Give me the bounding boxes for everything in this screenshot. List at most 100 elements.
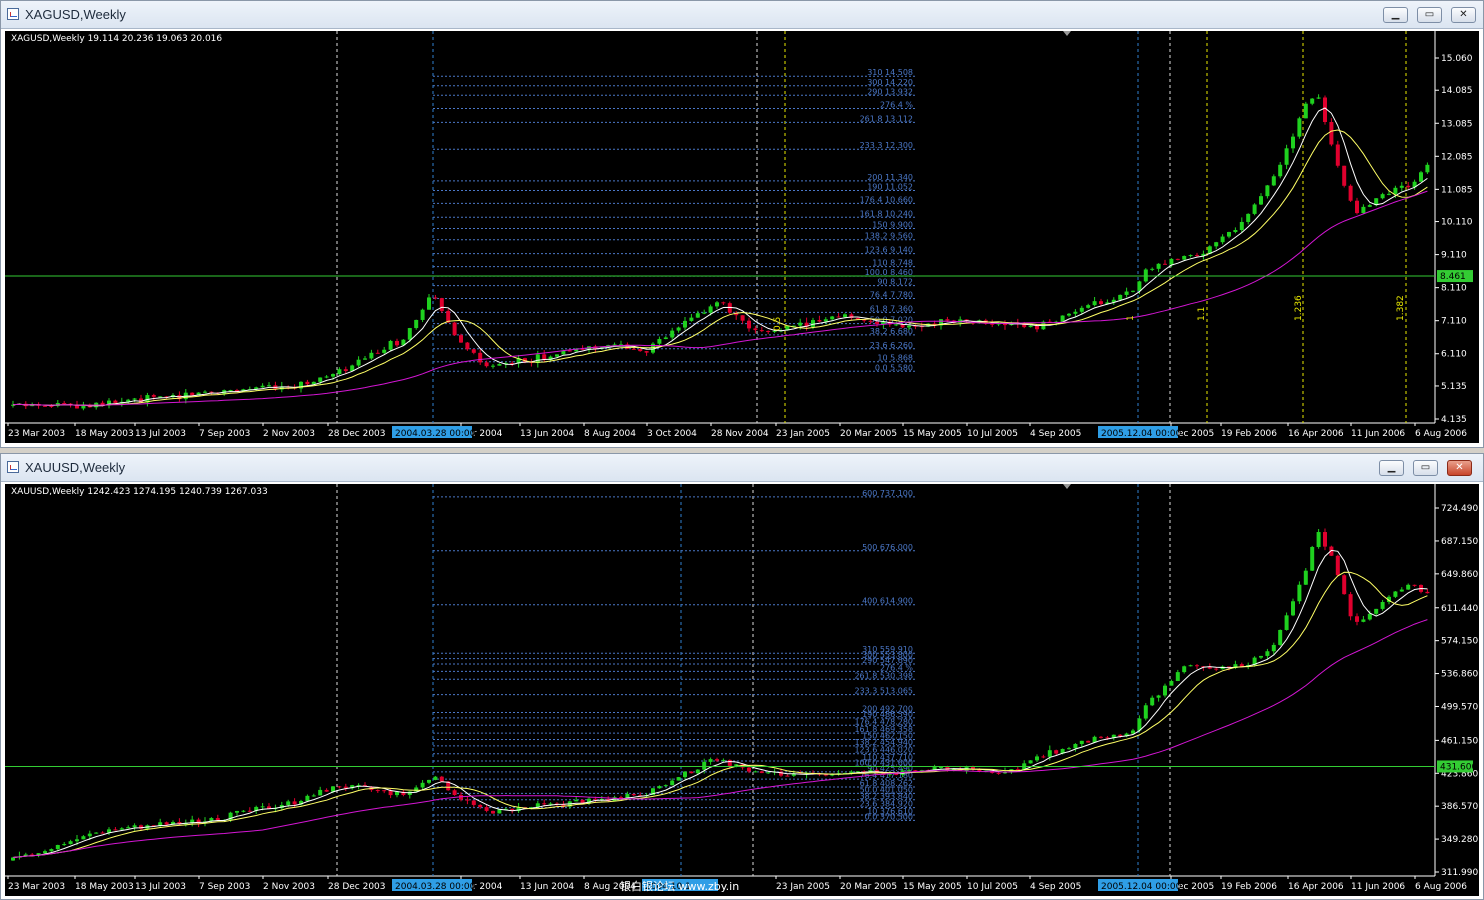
candle-body xyxy=(574,799,579,802)
candle-body xyxy=(631,793,636,796)
price-label: 461.150 xyxy=(1441,736,1478,746)
candle-body xyxy=(676,777,681,781)
candle-body xyxy=(478,804,483,808)
candle-body xyxy=(1239,664,1244,667)
fibonacci-level-label: 76.4 7.780 xyxy=(870,291,913,300)
candle-body xyxy=(62,844,67,846)
fibonacci-level-label: 161.8 10.240 xyxy=(860,209,913,218)
date-label: 2 Nov 2003 xyxy=(263,429,315,439)
candle-body xyxy=(670,780,675,786)
xauusd-titlebar[interactable]: XAUUSD,Weekly ▁ ▭ ✕ xyxy=(1,454,1483,482)
symbol-info: XAUUSD,Weekly 1242.423 1274.195 1240.739… xyxy=(11,487,268,497)
date-cursor-label: 2004.03.28 00:00 xyxy=(395,429,476,439)
date-cursor-label: 2005.12.04 00:00 xyxy=(1101,882,1182,892)
fibonacci-level-label: 300 14.220 xyxy=(867,78,913,87)
fibonacci-level-label: 233.3 513.065 xyxy=(854,687,913,696)
date-label: 19 Feb 2006 xyxy=(1221,882,1277,892)
date-label: 15 May 2005 xyxy=(903,882,962,892)
candle-body xyxy=(1329,121,1334,145)
fibonacci-time-ratio-label: 1.382 xyxy=(1396,295,1406,321)
candle-body xyxy=(708,759,713,762)
date-label: 23 Mar 2003 xyxy=(8,882,65,892)
candle-body xyxy=(375,790,380,792)
fibonacci-level-label: 290 13.932 xyxy=(867,87,913,96)
candle-body xyxy=(1188,665,1193,667)
price-label: 349.280 xyxy=(1441,835,1478,845)
candle-body xyxy=(1156,263,1161,269)
fibonacci-level-label: 0.0 370.500 xyxy=(865,812,913,821)
candle-body xyxy=(727,759,732,766)
price-label: 5.135 xyxy=(1441,382,1467,392)
candle-body xyxy=(1393,187,1398,194)
candle-body xyxy=(62,402,67,404)
candle-body xyxy=(11,857,15,861)
fibonacci-time-ratio-label: 1 xyxy=(1126,315,1136,321)
candle-body xyxy=(1079,307,1084,312)
date-label: 4 Sep 2005 xyxy=(1030,429,1081,439)
candle-body xyxy=(1175,258,1180,260)
candle-body xyxy=(433,297,438,299)
candle-body xyxy=(1297,584,1302,602)
candle-body xyxy=(638,349,643,352)
candle-body xyxy=(427,297,431,310)
price-label: 311.990 xyxy=(1441,868,1478,878)
candle-body xyxy=(1073,311,1078,314)
maximize-button[interactable]: ▭ xyxy=(1413,460,1438,476)
candle-body xyxy=(433,776,438,780)
fibonacci-level-label: 38.2 6.680 xyxy=(870,327,913,336)
current-level-label: 8.461 xyxy=(1440,272,1466,282)
date-label: 15 May 2005 xyxy=(903,429,962,439)
fibonacci-level-label: 0.0 5.580 xyxy=(875,363,913,372)
candle-body xyxy=(721,759,726,761)
candle-body xyxy=(1265,185,1270,197)
price-label: 536.860 xyxy=(1441,670,1478,680)
xauusd-chart[interactable]: 724.490 687.150 649.860 611.440 574.150 536.8… xyxy=(5,484,1479,896)
candle-body xyxy=(657,339,662,344)
candle-body xyxy=(68,841,73,845)
candle-body xyxy=(753,771,758,773)
close-button[interactable]: ✕ xyxy=(1451,7,1476,23)
candle-body xyxy=(1188,255,1193,257)
candle-body xyxy=(375,352,380,354)
date-label: 20 Mar 2005 xyxy=(840,429,897,439)
candle-body xyxy=(1220,236,1225,243)
candle-body xyxy=(337,369,342,375)
minimize-button[interactable]: ▁ xyxy=(1379,460,1404,476)
candle-body xyxy=(817,320,822,322)
candle-body xyxy=(689,771,694,774)
candle-body xyxy=(439,776,444,782)
candle-body xyxy=(907,325,911,328)
candle-body xyxy=(1124,291,1129,295)
fibonacci-level-label: 176.4 10.660 xyxy=(860,195,913,204)
candle-body xyxy=(1323,532,1327,547)
candle-body xyxy=(81,836,86,840)
price-label: 13.085 xyxy=(1441,119,1473,129)
candle-body xyxy=(644,351,649,353)
xagusd-titlebar[interactable]: XAGUSD,Weekly ▁ ▭ ✕ xyxy=(1,1,1483,29)
date-label: 28 Nov 2004 xyxy=(711,429,769,439)
candle-body xyxy=(305,795,310,802)
price-label: 8.110 xyxy=(1441,284,1467,294)
xagusd-chart[interactable]: 15.060 14.085 13.085 12.085 11.085 10.110 9.11… xyxy=(5,31,1479,443)
candle-body xyxy=(427,779,431,783)
candle-body xyxy=(1182,666,1187,673)
date-label: 13 Jun 2004 xyxy=(520,429,574,439)
candle-body xyxy=(305,381,310,385)
candle-body xyxy=(1099,301,1103,305)
date-label: 7 Sep 2003 xyxy=(199,429,250,439)
candle-body xyxy=(484,362,489,367)
date-label: 3 Oct 2004 xyxy=(647,429,697,439)
candle-body xyxy=(286,801,291,805)
candle-body xyxy=(1259,196,1263,205)
fibonacci-level-label: 61.8 7.360 xyxy=(870,304,913,313)
maximize-button[interactable]: ▭ xyxy=(1417,7,1442,23)
minimize-button[interactable]: ▁ xyxy=(1383,7,1408,23)
xauusd-chart-svg: 724.490 687.150 649.860 611.440 574.150 536.8… xyxy=(5,484,1478,892)
candle-body xyxy=(670,330,675,338)
date-label: 16 Apr 2006 xyxy=(1288,429,1344,439)
candle-body xyxy=(843,314,847,318)
date-label: 2 Nov 2003 xyxy=(263,882,315,892)
candle-body xyxy=(766,772,771,774)
fibonacci-level-label: 600 737.100 xyxy=(862,489,913,498)
close-button[interactable]: ✕ xyxy=(1447,460,1472,476)
